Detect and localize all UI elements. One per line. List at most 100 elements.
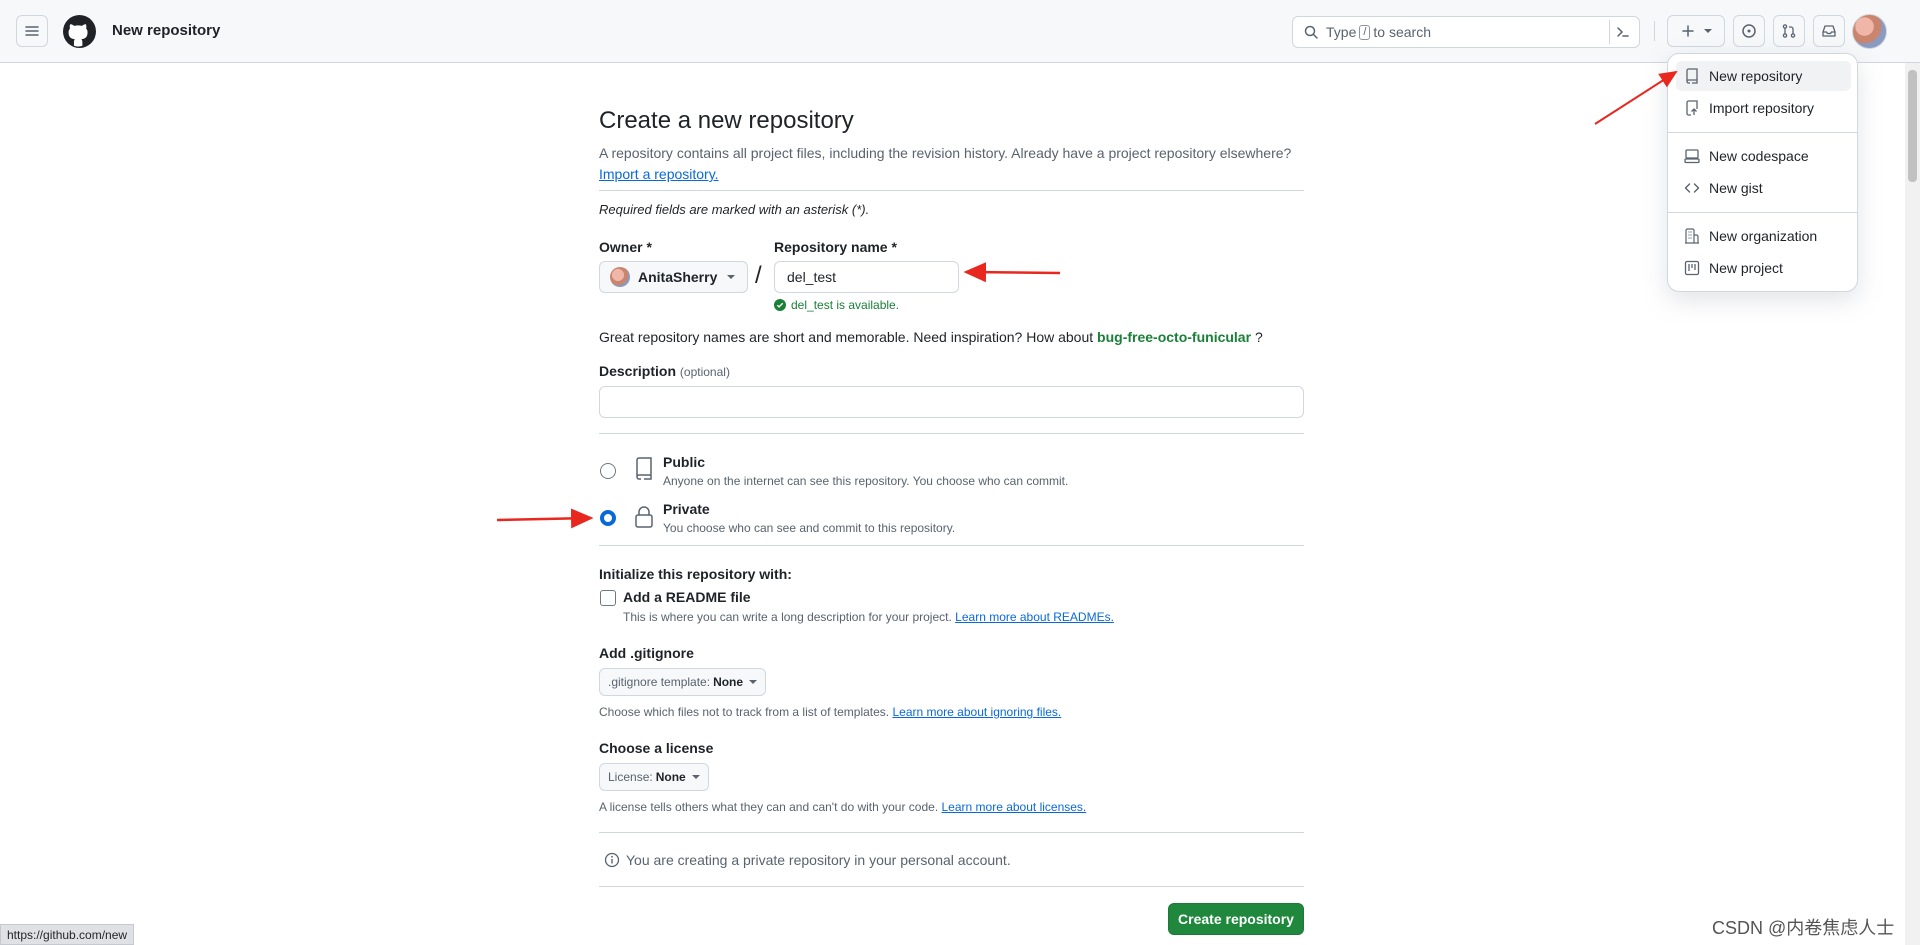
readme-checkbox[interactable] <box>600 590 616 606</box>
import-repository-link[interactable]: Import a repository. <box>599 166 719 182</box>
gitignore-select-value: None <box>713 675 744 689</box>
info-text: You are creating a private repository in… <box>626 852 1011 868</box>
license-help: A license tells others what they can and… <box>599 800 1086 814</box>
breadcrumb-page-title: New repository <box>112 22 221 39</box>
check-circle-icon <box>774 299 786 311</box>
page-scrollbar[interactable] <box>1905 63 1920 945</box>
owner-select[interactable]: AnitaSherry <box>599 261 748 293</box>
gitignore-template-select[interactable]: .gitignore template: None <box>599 668 767 696</box>
command-palette-button[interactable] <box>1609 20 1635 44</box>
menu-item-new-gist[interactable]: New gist <box>1676 173 1851 203</box>
status-bar-url: https://github.com/new <box>0 924 135 945</box>
name-inspiration: Great repository names are short and mem… <box>599 329 1263 345</box>
divider <box>599 545 1304 546</box>
create-repository-button[interactable]: Create repository <box>1168 903 1304 935</box>
private-title: Private <box>663 501 710 517</box>
license-learn-more-link[interactable]: Learn more about licenses. <box>942 800 1087 814</box>
divider <box>599 433 1304 434</box>
arrow-to-new-repository <box>1594 70 1678 125</box>
inspiration-end: ? <box>1254 329 1263 345</box>
menu-item-new-codespace[interactable]: New codespace <box>1676 141 1851 171</box>
divider <box>599 832 1304 833</box>
readme-help: This is where you can write a long descr… <box>623 610 1114 624</box>
public-radio[interactable] <box>600 463 616 479</box>
search-shortcut-key: / <box>1359 24 1371 40</box>
suggested-name[interactable]: bug-free-octo-funicular <box>1097 329 1251 345</box>
menu-item-new-organization[interactable]: New organization <box>1676 221 1851 251</box>
private-description: You choose who can see and commit to thi… <box>663 521 956 535</box>
repo-name-value: del_test <box>787 269 837 285</box>
gitignore-learn-more-link[interactable]: Learn more about ignoring files. <box>892 705 1061 719</box>
page-subtitle: A repository contains all project files,… <box>599 143 1304 185</box>
license-select-prefix: License: <box>608 770 653 784</box>
license-select[interactable]: License: None <box>599 763 709 791</box>
codespaces-icon <box>1684 149 1700 164</box>
issue-opened-icon <box>1742 24 1756 38</box>
readme-learn-more-link[interactable]: Learn more about READMEs. <box>955 610 1114 624</box>
required-fields-note: Required fields are marked with an aster… <box>599 202 870 217</box>
info-icon <box>604 852 620 868</box>
menu-divider <box>1668 212 1857 213</box>
issues-button[interactable] <box>1733 15 1765 47</box>
menu-item-label: Import repository <box>1709 100 1815 116</box>
create-new-button[interactable] <box>1667 15 1725 47</box>
private-radio[interactable] <box>600 510 616 526</box>
gitignore-desc: Choose which files not to track from a l… <box>599 705 890 719</box>
repo-name-input[interactable]: del_test <box>774 261 959 293</box>
pull-requests-button[interactable] <box>1773 15 1805 47</box>
menu-item-new-project[interactable]: New project <box>1676 253 1851 283</box>
description-optional: (optional) <box>679 365 730 379</box>
private-repo-info: You are creating a private repository in… <box>604 852 1011 868</box>
scrollbar-thumb[interactable] <box>1908 70 1917 182</box>
plus-icon <box>1682 25 1694 37</box>
github-logo-icon[interactable] <box>63 15 96 48</box>
description-label-row: Description (optional) <box>599 363 730 379</box>
description-label: Description <box>599 363 677 379</box>
readme-label: Add a README file <box>623 589 751 605</box>
license-select-value: None <box>655 770 686 784</box>
availability-text: del_test is available. <box>791 298 900 312</box>
owner-repo-separator: / <box>755 262 762 289</box>
repo-name-label: Repository name * <box>774 239 897 255</box>
code-icon <box>1684 183 1700 193</box>
license-desc: A license tells others what they can and… <box>599 800 939 814</box>
menu-item-label: New codespace <box>1709 148 1809 164</box>
triangle-down-icon <box>691 775 700 779</box>
search-input[interactable]: Type / to search <box>1292 16 1640 48</box>
menu-item-label: New organization <box>1709 228 1818 244</box>
watermark: CSDN @内卷焦虑人士 <box>1712 918 1895 938</box>
hamburger-menu-button[interactable] <box>16 15 48 47</box>
owner-label: Owner * <box>599 239 652 255</box>
init-label: Initialize this repository with: <box>599 566 792 582</box>
owner-value: AnitaSherry <box>638 269 718 285</box>
menu-item-new-repository[interactable]: New repository <box>1676 61 1851 91</box>
search-suffix: to search <box>1373 24 1432 40</box>
search-prefix: Type <box>1326 24 1357 40</box>
inspiration-text: Great repository names are short and mem… <box>599 329 1094 345</box>
public-description: Anyone on the internet can see this repo… <box>663 474 1069 488</box>
divider <box>599 886 1304 887</box>
repo-icon <box>636 457 652 480</box>
global-header: New repository Type / to search <box>0 0 1920 63</box>
page-title: Create a new repository <box>599 107 854 134</box>
readme-desc: This is where you can write a long descr… <box>623 610 952 624</box>
organization-icon <box>1685 228 1699 244</box>
menu-item-import-repository[interactable]: Import repository <box>1676 93 1851 123</box>
triangle-down-icon <box>727 275 736 279</box>
user-avatar[interactable] <box>1852 14 1887 49</box>
notifications-button[interactable] <box>1813 15 1845 47</box>
hamburger-icon <box>25 26 39 36</box>
repo-icon <box>1686 68 1698 84</box>
license-label: Choose a license <box>599 740 714 756</box>
triangle-down-icon <box>749 680 758 684</box>
gitignore-select-prefix: .gitignore template: <box>608 675 711 689</box>
public-title: Public <box>663 454 706 470</box>
git-pull-request-icon <box>1782 24 1796 38</box>
subtitle-text: A repository contains all project files,… <box>599 145 1292 161</box>
gitignore-help: Choose which files not to track from a l… <box>599 705 1061 719</box>
inbox-icon <box>1822 25 1836 37</box>
gitignore-label: Add .gitignore <box>599 645 694 661</box>
menu-item-label: New gist <box>1709 180 1763 196</box>
menu-item-label: New project <box>1709 260 1783 276</box>
description-input[interactable] <box>599 386 1304 418</box>
